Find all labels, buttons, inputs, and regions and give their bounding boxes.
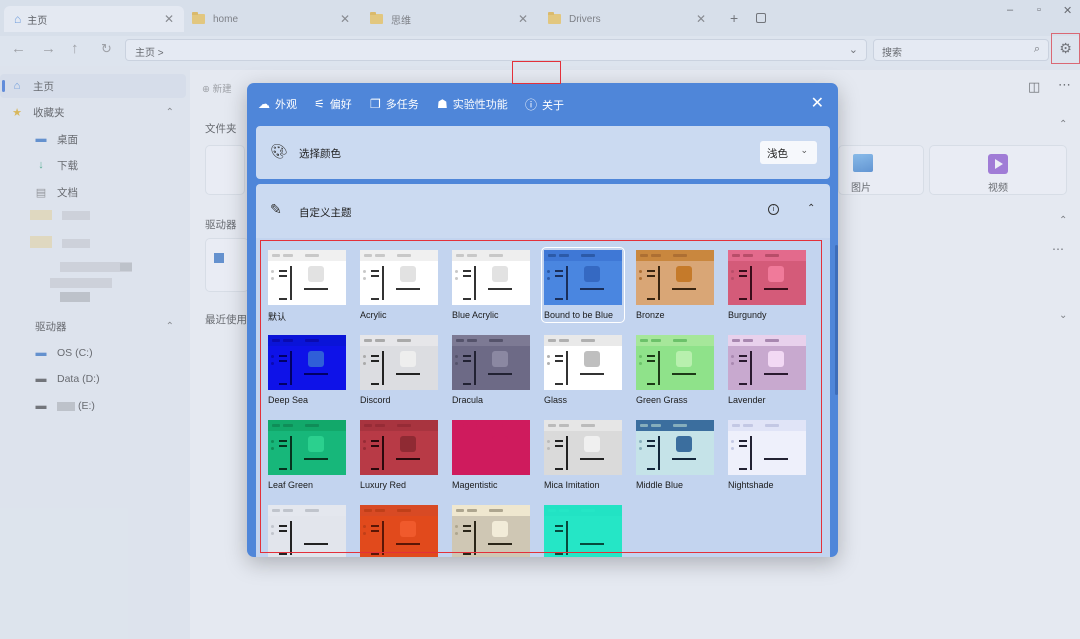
tab-about[interactable]: ⓘ 关于 [525, 96, 564, 113]
custom-theme-label: 自定义主题 [299, 207, 352, 219]
tab-experimental[interactable]: ☗ 实验性功能 [437, 96, 508, 112]
custom-theme-row[interactable]: ✎ 自定义主题 i ⌃ [256, 184, 830, 238]
highlight-select [512, 61, 561, 84]
tab-label: 外观 [275, 99, 297, 111]
chevron-up-icon[interactable]: ⌃ [807, 203, 815, 214]
tab-appearance[interactable]: ☁ 外观 [258, 96, 297, 112]
chevron-down-icon: ⌄ [800, 145, 808, 155]
close-icon[interactable]: ✕ [811, 93, 824, 113]
multitask-icon: ❐ [370, 97, 381, 111]
highlight-theme-grid [260, 240, 822, 553]
tab-label: 关于 [542, 99, 565, 112]
color-setting-row: 🎨︎ 选择颜色 浅色 ⌄ [256, 126, 830, 179]
tab-multitask[interactable]: ❐ 多任务 [370, 96, 419, 112]
about-icon: ⓘ [525, 98, 538, 112]
palette-icon: 🎨︎ [270, 143, 288, 159]
brush-icon: ✎ [270, 201, 282, 217]
info-icon[interactable]: i [768, 204, 779, 215]
settings-tabs: ☁ 外观 ⚟ 偏好 ❐ 多任务 ☗ 实验性功能 ⓘ 关于 ✕ [247, 83, 838, 123]
appearance-icon: ☁ [258, 97, 270, 111]
scrollbar[interactable] [835, 245, 838, 395]
experimental-icon: ☗ [437, 97, 448, 111]
tab-label: 偏好 [329, 99, 352, 111]
tab-preferences[interactable]: ⚟ 偏好 [314, 96, 352, 112]
tab-label: 实验性功能 [452, 99, 508, 111]
tab-label: 多任务 [385, 99, 419, 111]
color-setting-label: 选择颜色 [299, 148, 341, 160]
preferences-icon: ⚟ [314, 97, 325, 111]
color-mode-select[interactable]: 浅色 ⌄ [760, 141, 817, 164]
color-mode-value: 浅色 [767, 148, 788, 160]
